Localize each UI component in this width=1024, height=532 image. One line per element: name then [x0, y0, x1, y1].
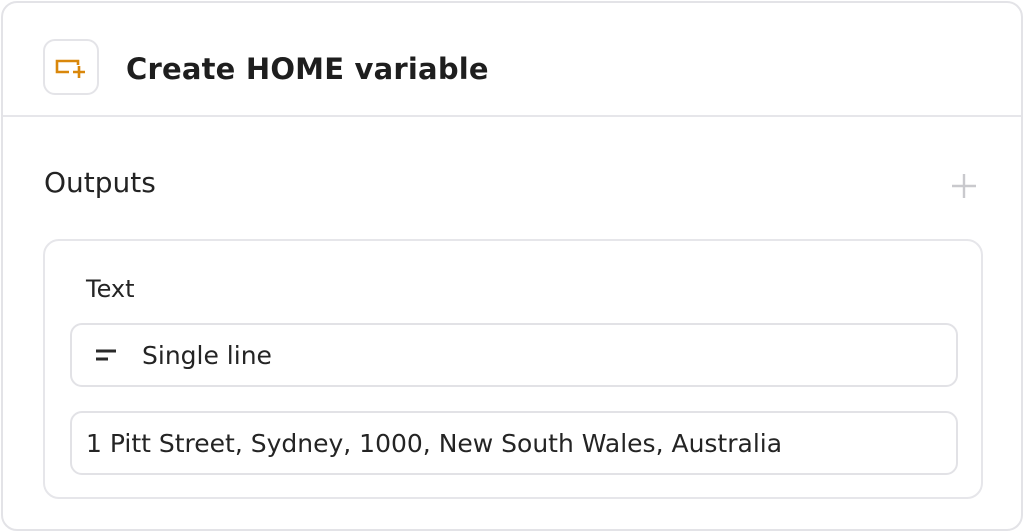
single-line-icon [96, 349, 116, 361]
output-type-select[interactable]: Single line [70, 323, 958, 387]
variable-add-icon [55, 59, 85, 78]
card-title: Create HOME variable [126, 52, 489, 86]
outputs-section-title: Outputs [44, 166, 156, 199]
output-label: Text [86, 275, 135, 303]
card-header: Create HOME variable [3, 3, 1021, 117]
create-variable-card: Create HOME variable Outputs Text Single… [1, 1, 1023, 531]
output-item: Text Single line [43, 239, 983, 499]
output-type-label: Single line [142, 341, 272, 370]
plus-icon [952, 174, 976, 198]
output-value-input[interactable] [70, 411, 958, 475]
add-output-button[interactable] [947, 169, 981, 203]
variable-icon-container [43, 39, 99, 95]
